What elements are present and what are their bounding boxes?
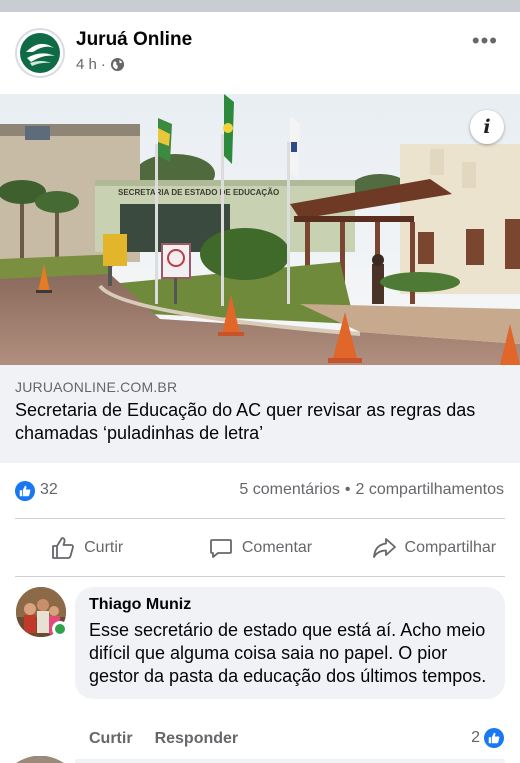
like-icon [19,485,31,497]
link-caption[interactable]: JURUAONLINE.COM.BR Secretaria de Educaçã… [0,365,520,463]
info-icon[interactable]: i [470,110,504,144]
post-header: Juruá Online 4 h · ••• [0,12,520,94]
divider-top [15,518,505,519]
comment-bubble[interactable]: Thiago Muniz Esse secretário de estado q… [75,587,505,699]
comment-icon [209,539,232,558]
link-domain: JURUAONLINE.COM.BR [15,379,178,395]
like-reaction-badge[interactable] [15,481,35,501]
link-preview-image[interactable]: SECRETARIA DE ESTADO DE EDUCAÇÃO i [0,94,520,365]
comment-actions: Curtir Responder [89,730,238,748]
reactions-row: 32 5 comentários • 2 compartilhamentos [0,463,520,517]
online-status-dot [52,621,68,637]
comment-button[interactable]: Comentar [173,520,346,576]
globe-icon [110,57,124,72]
comments-count[interactable]: 5 comentários [239,481,340,499]
comment-reply-button[interactable]: Responder [155,730,239,748]
comment-text: Esse secretário de estado que está aí. A… [89,620,487,686]
post-time[interactable]: 4 h [76,56,97,73]
shares-count[interactable]: 2 compartilhamentos [355,481,504,499]
education-building-photo: SECRETARIA DE ESTADO DE EDUCAÇÃO [0,94,520,365]
page-avatar[interactable] [15,28,65,78]
like-button[interactable]: Curtir [0,520,173,576]
thumbs-up-icon [52,537,74,559]
comment-reactions[interactable]: 2 [471,728,504,748]
share-icon [372,538,396,558]
share-button-label: Compartilhar [404,539,497,556]
stats-separator: • [344,481,351,498]
more-icon[interactable]: ••• [472,28,498,54]
comment-like-badge [484,728,504,748]
comment-button-label: Comentar [241,539,313,556]
post-meta: 4 h · [76,56,125,73]
commenter-name[interactable]: Thiago Muniz [89,596,491,614]
comment-like-count: 2 [471,729,480,746]
like-icon [488,732,500,744]
link-title[interactable]: Secretaria de Educação do AC quer revisa… [15,399,505,445]
meta-separator: · [100,56,106,73]
comment-like-button[interactable]: Curtir [89,730,133,748]
next-comment-peek [16,756,505,763]
page-name[interactable]: Juruá Online [76,29,192,51]
juruá-logo [20,33,60,73]
like-button-label: Curtir [84,539,124,556]
reaction-count[interactable]: 32 [40,481,58,499]
top-strip [0,0,520,12]
post-action-bar: Curtir Comentar Compartilhar [0,520,520,576]
share-button[interactable]: Compartilhar [347,520,520,576]
engagement-summary: 5 comentários • 2 compartilhamentos [239,481,504,499]
building-sign-text: SECRETARIA DE ESTADO DE EDUCAÇÃO [118,188,279,197]
comment-item: Thiago Muniz Esse secretário de estado q… [0,585,520,763]
divider-bottom [15,576,505,577]
